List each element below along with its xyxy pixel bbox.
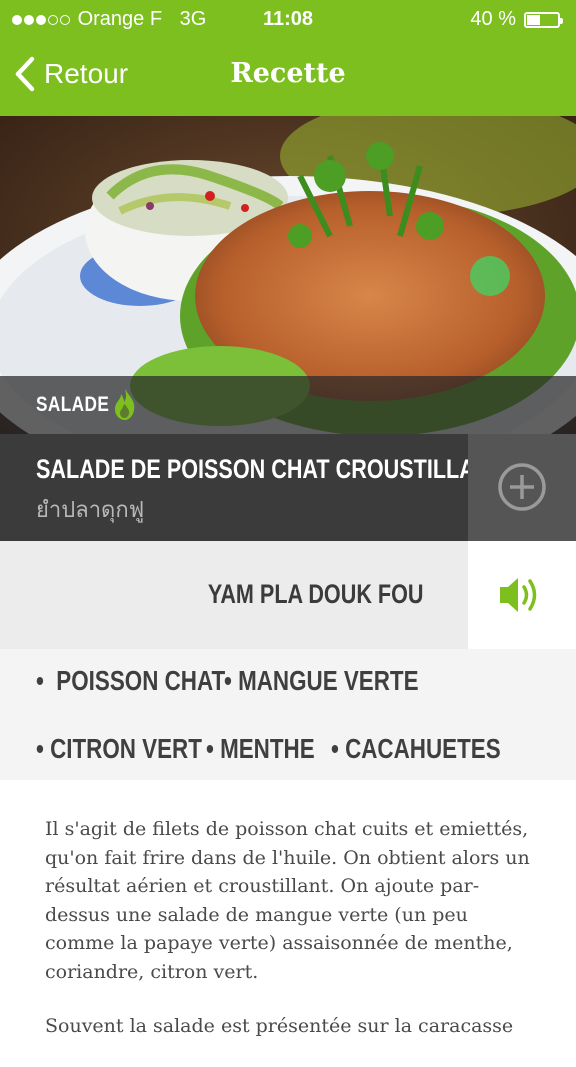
- flame-icon: [115, 388, 135, 420]
- add-favorite-button[interactable]: [468, 434, 576, 541]
- plus-circle-icon: [498, 463, 546, 511]
- recipe-description: Il s'agit de filets de poisson chat cuit…: [45, 815, 540, 1067]
- category-label: SALADE: [36, 393, 110, 416]
- play-audio-button[interactable]: [468, 541, 576, 649]
- description-paragraph: Il s'agit de filets de poisson chat cuit…: [45, 818, 530, 983]
- battery-percent: 40 %: [470, 8, 516, 30]
- ingredient-item: • MENTHE: [206, 733, 315, 764]
- recipe-name-thai: ยำปลาดุกฟู: [36, 497, 145, 522]
- description-paragraph: Souvent la salade est présentée sur la c…: [45, 1015, 514, 1037]
- pronunciation-text: YAM PLA DOUK FOU: [208, 579, 424, 609]
- status-bar: Orange F 3G 11:08 40 %: [0, 0, 576, 38]
- recipe-name: SALADE DE POISSON CHAT CROUSTILLANT: [36, 454, 504, 484]
- ingredient-item: • CITRON VERT: [36, 733, 202, 764]
- pronunciation-bar: YAM PLA DOUK FOU: [0, 541, 468, 649]
- ingredients-list: • POISSON CHAT • MANGUE VERTE • CITRON V…: [0, 649, 576, 780]
- ingredient-item: • MANGUE VERTE: [224, 665, 419, 696]
- ingredient-item: • CACAHUETES: [331, 733, 501, 764]
- category-bar: SALADE: [0, 376, 576, 434]
- speaker-icon: [500, 578, 537, 612]
- nav-bar: Retour Recette: [0, 38, 576, 116]
- recipe-title-bar: SALADE DE POISSON CHAT CROUSTILLANT ยำปล…: [0, 434, 504, 541]
- battery-icon: [524, 11, 563, 28]
- battery-info: 40 %: [470, 8, 563, 31]
- page-title: Recette: [230, 58, 346, 89]
- ingredient-item: • POISSON CHAT: [36, 665, 226, 696]
